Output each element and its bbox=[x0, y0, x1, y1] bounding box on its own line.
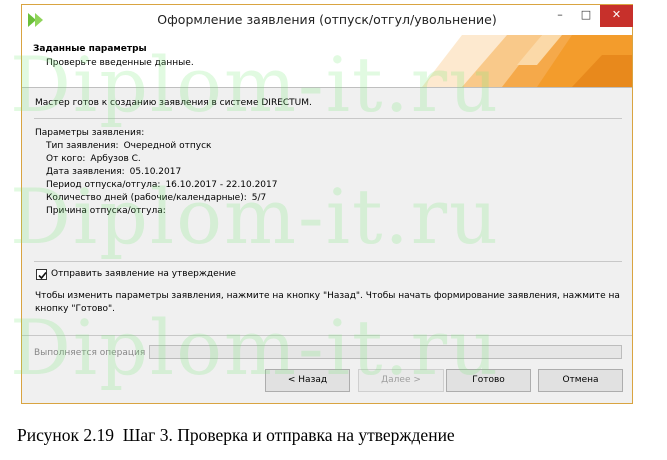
checkbox-box[interactable] bbox=[36, 268, 47, 280]
param-value: 16.10.2017 - 22.10.2017 bbox=[165, 180, 278, 190]
param-row: От кого: Арбузов С. bbox=[35, 153, 277, 166]
params-heading: Параметры заявления: bbox=[35, 128, 145, 138]
checkmark-icon bbox=[38, 271, 47, 279]
header-subtitle: Проверьте введенные данные. bbox=[46, 58, 194, 68]
maximize-button[interactable]: □ bbox=[573, 5, 599, 27]
param-label: Количество дней (рабочие/календарные): bbox=[46, 193, 247, 203]
param-row: Причина отпуска/отгула: bbox=[35, 205, 277, 218]
param-label: Период отпуска/отгула: bbox=[46, 180, 161, 190]
send-for-approval-checkbox[interactable]: Отправить заявление на утверждение bbox=[36, 267, 236, 281]
param-value: Очередной отпуск bbox=[123, 141, 212, 151]
param-row: Период отпуска/отгула: 16.10.2017 - 22.10… bbox=[35, 179, 277, 192]
param-row: Тип заявления: Очередной отпуск bbox=[35, 140, 277, 153]
title-bar: Оформление заявления (отпуск/отгул/уволь… bbox=[22, 5, 633, 35]
footer-divider bbox=[22, 335, 632, 336]
progress-bar bbox=[149, 345, 622, 359]
hint-text: Чтобы изменить параметры заявления, нажм… bbox=[35, 291, 620, 314]
done-button[interactable]: Готово bbox=[446, 369, 531, 392]
progress-label: Выполняется операция bbox=[34, 348, 146, 358]
param-label: Причина отпуска/отгула: bbox=[46, 206, 166, 216]
wizard-header: Заданные параметры Проверьте введенные д… bbox=[22, 35, 632, 87]
param-value: 5/7 bbox=[251, 193, 267, 203]
close-button[interactable]: ✕ bbox=[600, 5, 633, 27]
next-button[interactable]: Далее > bbox=[358, 369, 444, 392]
cancel-button[interactable]: Отмена bbox=[538, 369, 623, 392]
header-decoration bbox=[422, 35, 632, 87]
param-value: 05.10.2017 bbox=[129, 167, 182, 177]
intro-text: Мастер готов к созданию заявления в сист… bbox=[35, 98, 312, 108]
wizard-window: Оформление заявления (отпуск/отгул/уволь… bbox=[21, 4, 633, 404]
params-list: Параметры заявления: Тип заявления: Очере… bbox=[35, 127, 277, 218]
param-label: Дата заявления: bbox=[46, 167, 125, 177]
minimize-button[interactable]: – bbox=[547, 5, 573, 27]
divider bbox=[34, 118, 622, 119]
param-value: Арбузов С. bbox=[90, 154, 141, 164]
checkbox-label: Отправить заявление на утверждение bbox=[51, 269, 236, 279]
figure-caption: Рисунок 2.19 Шаг 3. Проверка и отправка … bbox=[17, 425, 455, 445]
window-title: Оформление заявления (отпуск/отгул/уволь… bbox=[157, 12, 497, 27]
header-title: Заданные параметры bbox=[33, 44, 147, 54]
param-label: От кого: bbox=[46, 154, 86, 164]
param-label: Тип заявления: bbox=[46, 141, 119, 151]
back-button[interactable]: < Назад bbox=[265, 369, 350, 392]
divider bbox=[34, 261, 622, 262]
header-divider bbox=[22, 87, 632, 88]
param-row: Количество дней (рабочие/календарные): 5/… bbox=[35, 192, 277, 205]
param-row: Дата заявления: 05.10.2017 bbox=[35, 166, 277, 179]
